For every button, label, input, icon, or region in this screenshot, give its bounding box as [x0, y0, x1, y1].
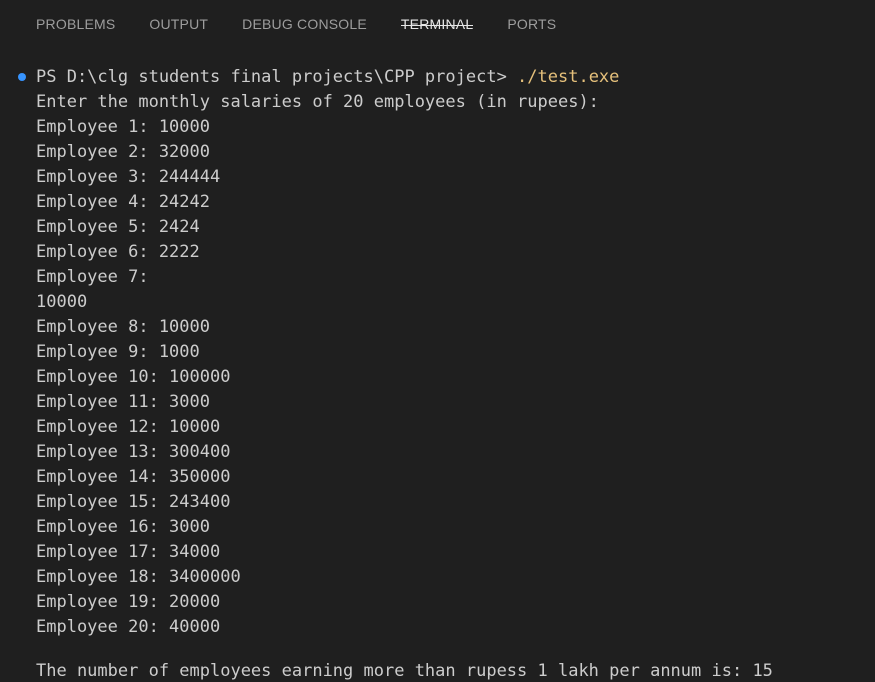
output-line: Employee 20: 40000	[36, 617, 221, 637]
tab-debug-console[interactable]: DEBUG CONSOLE	[242, 0, 367, 32]
output-line: Employee 17: 34000	[36, 542, 221, 562]
command-text: ./test.exe	[517, 67, 620, 87]
output-line: Employee 3: 244444	[36, 167, 221, 187]
tab-terminal[interactable]: TERMINAL	[400, 0, 474, 32]
output-line: Employee 11: 3000	[36, 392, 210, 412]
tab-problems[interactable]: PROBLEMS	[36, 0, 115, 32]
terminal-output[interactable]: PS D:\clg students final projects\CPP pr…	[0, 66, 875, 682]
panel-tabbar: PROBLEMS OUTPUT DEBUG CONSOLE TERMINAL P…	[0, 0, 875, 44]
output-line: Employee 6: 2222	[36, 242, 200, 262]
result-line: The number of employees earning more tha…	[36, 661, 773, 681]
output-line: Employee 16: 3000	[36, 517, 210, 537]
output-line: 10000	[36, 292, 88, 312]
terminal-panel: PROBLEMS OUTPUT DEBUG CONSOLE TERMINAL P…	[0, 0, 875, 682]
output-line: Employee 2: 32000	[36, 142, 210, 162]
intro-line: Enter the monthly salaries of 20 employe…	[36, 92, 599, 112]
prompt-path: PS D:\clg students final projects\CPP pr…	[36, 67, 518, 87]
tab-ports[interactable]: PORTS	[507, 0, 556, 32]
output-line: Employee 8: 10000	[36, 317, 210, 337]
output-line: Employee 10: 100000	[36, 367, 231, 387]
output-line: Employee 4: 24242	[36, 192, 210, 212]
output-line: Employee 1: 10000	[36, 117, 210, 137]
output-line: Employee 15: 243400	[36, 492, 231, 512]
prompt-line: PS D:\clg students final projects\CPP pr…	[36, 66, 619, 88]
output-line: Employee 5: 2424	[36, 217, 200, 237]
output-line: Employee 19: 20000	[36, 592, 221, 612]
output-line: Employee 18: 3400000	[36, 567, 241, 587]
tab-output[interactable]: OUTPUT	[149, 0, 208, 32]
output-line: Employee 7:	[36, 267, 149, 287]
output-line: Employee 12: 10000	[36, 417, 221, 437]
output-line: Employee 14: 350000	[36, 467, 231, 487]
output-line: Employee 9: 1000	[36, 342, 200, 362]
output-line: Employee 13: 300400	[36, 442, 231, 462]
